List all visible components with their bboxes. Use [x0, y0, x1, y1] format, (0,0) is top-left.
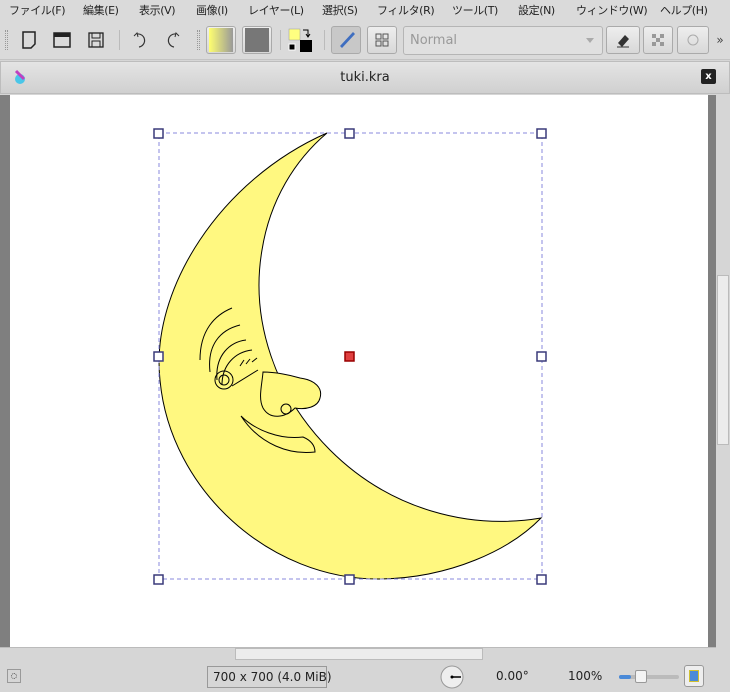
document-title: tuki.kra	[340, 70, 390, 85]
chevron-down-icon	[586, 38, 594, 43]
new-document-icon[interactable]	[18, 26, 40, 54]
menu-edit[interactable]: 編集(E)	[83, 4, 119, 18]
horizontal-scrollbar-thumb[interactable]	[235, 648, 483, 660]
pattern-icon	[245, 28, 269, 52]
zoom-slider-handle[interactable]	[635, 670, 647, 683]
status-bar: 700 x 700 (4.0 MiB) 0.00° 100%	[0, 660, 730, 692]
moon-image	[153, 128, 547, 585]
open-folder-icon[interactable]	[51, 26, 73, 54]
toolbar-grip[interactable]	[5, 30, 8, 50]
color-swap-icon[interactable]	[286, 26, 316, 54]
brush-button[interactable]	[331, 26, 361, 54]
menu-bar: ファイル(F) 編集(E) 表示(V) 画像(I) レイヤー(L) 選択(S) …	[0, 0, 730, 22]
menu-tools[interactable]: ツール(T)	[452, 4, 498, 18]
toolbar-overflow-button[interactable]: »	[713, 26, 727, 54]
close-document-button[interactable]: x	[701, 69, 716, 84]
eraser-icon	[617, 35, 629, 48]
reload-icon	[687, 34, 699, 46]
save-icon[interactable]	[85, 26, 107, 54]
blend-mode-select[interactable]: Normal	[403, 26, 603, 55]
menu-settings[interactable]: 設定(N)	[518, 4, 555, 18]
menu-view[interactable]: 表示(V)	[139, 4, 176, 18]
brush-icon	[340, 32, 355, 48]
menu-image[interactable]: 画像(I)	[196, 4, 228, 18]
menu-window[interactable]: ウィンドウ(W)	[576, 4, 648, 18]
alpha-lock-icon	[652, 34, 664, 46]
alpha-lock-button[interactable]	[643, 26, 673, 54]
selection-icon[interactable]	[7, 669, 21, 683]
grid-icon	[375, 33, 389, 47]
eraser-button[interactable]	[606, 26, 640, 54]
gradient-button[interactable]	[206, 26, 236, 54]
menu-layer[interactable]: レイヤー(L)	[248, 4, 304, 18]
rotation-dial-icon[interactable]	[440, 665, 464, 689]
rotation-value: 0.00°	[496, 669, 529, 683]
vertical-scrollbar-thumb[interactable]	[717, 275, 729, 445]
grid-button[interactable]	[367, 26, 397, 54]
menu-file[interactable]: ファイル(F)	[9, 4, 66, 18]
fit-page-button[interactable]	[684, 665, 704, 687]
fit-page-icon	[689, 670, 699, 682]
canvas[interactable]	[10, 95, 708, 647]
horizontal-scrollbar[interactable]	[0, 647, 716, 660]
toolbar: Normal »	[0, 22, 730, 60]
menu-filter[interactable]: フィルタ(R)	[377, 4, 435, 18]
menu-help[interactable]: ヘルプ(H)	[660, 4, 708, 18]
redo-icon[interactable]	[162, 26, 184, 54]
reload-button[interactable]	[677, 26, 709, 54]
pattern-button[interactable]	[242, 26, 272, 54]
zoom-slider[interactable]	[619, 670, 679, 683]
zoom-value: 100%	[568, 669, 603, 683]
blend-mode-value: Normal	[410, 33, 458, 48]
vertical-scrollbar[interactable]	[716, 95, 730, 647]
document-tab-bar: tuki.kra x	[0, 61, 730, 94]
image-size-label[interactable]: 700 x 700 (4.0 MiB)	[207, 666, 332, 688]
undo-icon[interactable]	[129, 26, 151, 54]
gradient-icon	[209, 28, 233, 52]
menu-select[interactable]: 選択(S)	[322, 4, 358, 18]
